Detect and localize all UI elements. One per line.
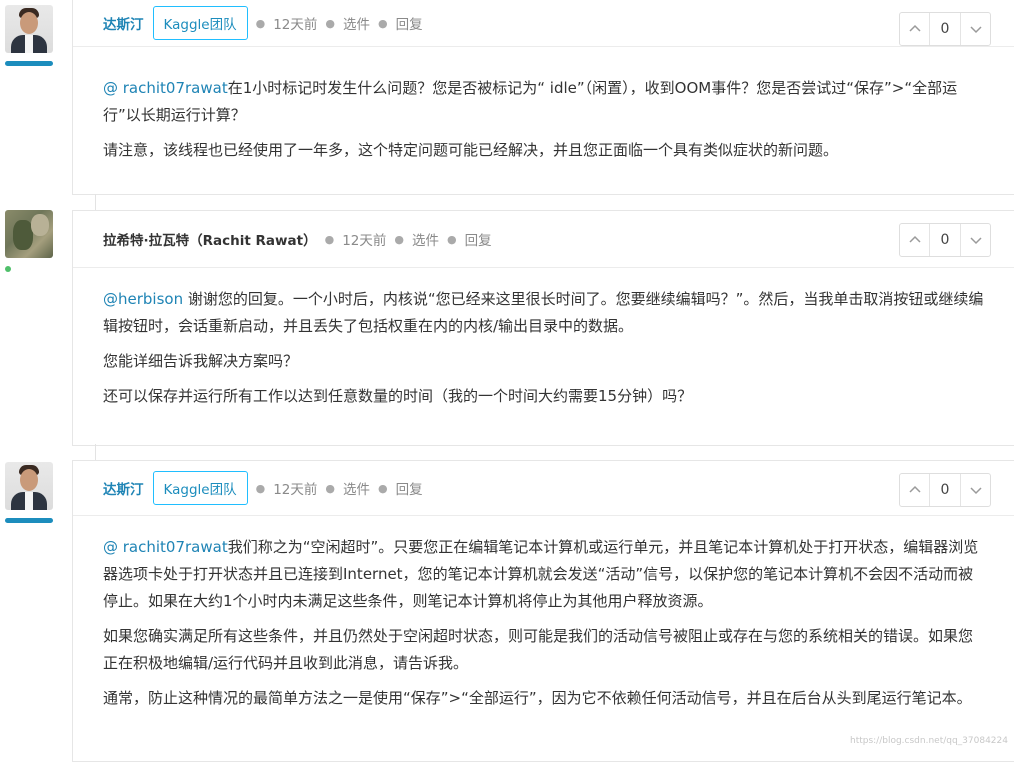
separator-dot: ●	[378, 481, 388, 495]
separator-dot: ●	[325, 481, 335, 495]
options-link[interactable]: 选件	[412, 229, 439, 249]
vote-count: 0	[929, 13, 961, 45]
comment-paragraph: @ rachit07rawat在1小时标记时发生什么问题？您是否被标记为“ id…	[103, 75, 985, 129]
comment-header: 达斯汀 Kaggle团队 ● 12天前 ● 选件 ● 回复 0	[73, 0, 1014, 47]
chevron-up-icon	[908, 485, 921, 493]
comment-paragraph: @herbison 谢谢您的回复。一个小时后，内核说“您已经来这里很长时间了。您…	[103, 286, 985, 340]
comment-paragraph: 您能详细告诉我解决方案吗？	[103, 352, 299, 370]
comment-paragraph: @ rachit07rawat我们称之为“空闲超时”。只要您正在编辑笔记本计算机…	[103, 534, 985, 615]
timestamp: 12天前	[273, 17, 318, 33]
comment-body: @ rachit07rawat在1小时标记时发生什么问题？您是否被标记为“ id…	[73, 47, 1014, 164]
vote-control: 0	[899, 223, 991, 257]
tier-bar	[5, 518, 53, 523]
downvote-button[interactable]	[961, 474, 990, 506]
upvote-button[interactable]	[900, 13, 929, 45]
separator-dot: ●	[325, 16, 335, 30]
team-badge: Kaggle团队	[152, 6, 248, 40]
author-name[interactable]: 拉希特·拉瓦特（Rachit Rawat）	[103, 229, 317, 249]
avatar[interactable]	[5, 210, 53, 258]
avatar-column	[5, 5, 53, 66]
comment-paragraph: 还可以保存并运行所有工作以达到任意数量的时间（我的一个时间大约需要15分钟）吗？	[103, 387, 693, 405]
reply-link[interactable]: 回复	[465, 229, 492, 249]
avatar[interactable]	[5, 462, 53, 510]
paragraph-text: 谢谢您的回复。一个小时后，内核说“您已经来这里很长时间了。您要继续编辑吗？”。然…	[103, 290, 984, 335]
comment-paragraph: 如果您确实满足所有这些条件，并且仍然处于空闲超时状态，则可能是我们的活动信号被阻…	[103, 627, 974, 672]
tier-bar	[5, 61, 53, 66]
chevron-down-icon	[969, 487, 982, 495]
separator-dot: ●	[255, 481, 266, 495]
avatar-column	[5, 462, 53, 523]
comment-header: 达斯汀 Kaggle团队 ● 12天前 ● 选件 ● 回复 0	[73, 461, 1014, 516]
chevron-up-icon	[908, 24, 921, 32]
paragraph-text: 我们称之为“空闲超时”。只要您正在编辑笔记本计算机或运行单元，并且笔记本计算机处…	[103, 538, 979, 610]
options-link[interactable]: 选件	[343, 478, 370, 498]
chevron-up-icon	[908, 235, 921, 243]
thread-connector	[95, 194, 96, 210]
separator-dot: ●	[378, 16, 388, 30]
comment-card: 拉希特·拉瓦特（Rachit Rawat） ● 12天前 ● 选件 ● 回复 0…	[72, 210, 1014, 446]
author-name[interactable]: 达斯汀	[103, 13, 144, 33]
vote-count: 0	[929, 474, 961, 506]
reply-link[interactable]: 回复	[396, 13, 423, 33]
reply-link[interactable]: 回复	[396, 478, 423, 498]
watermark: https://blog.csdn.net/qq_37084224	[849, 736, 1008, 746]
comment-card: 达斯汀 Kaggle团队 ● 12天前 ● 选件 ● 回复 0 @ rachit…	[72, 0, 1014, 195]
chevron-down-icon	[969, 26, 982, 34]
timestamp: 12天前	[342, 233, 387, 249]
downvote-button[interactable]	[961, 13, 990, 45]
comment-paragraph: 通常，防止这种情况的最简单方法之一是使用“保存”>“全部运行”，因为它不依赖任何…	[103, 689, 972, 707]
avatar-column	[5, 210, 53, 272]
online-status-dot	[5, 266, 11, 272]
team-badge: Kaggle团队	[152, 471, 248, 505]
comment-body: @herbison 谢谢您的回复。一个小时后，内核说“您已经来这里很长时间了。您…	[73, 268, 1014, 410]
thread-connector	[95, 444, 96, 460]
vote-control: 0	[899, 12, 991, 46]
separator-dot: ●	[446, 232, 457, 246]
comment-card: 达斯汀 Kaggle团队 ● 12天前 ● 选件 ● 回复 0 @ rachit…	[72, 460, 1014, 762]
comment-header: 拉希特·拉瓦特（Rachit Rawat） ● 12天前 ● 选件 ● 回复 0	[73, 211, 1014, 268]
upvote-button[interactable]	[900, 474, 929, 506]
separator-dot: ●	[324, 232, 335, 246]
separator-dot: ●	[255, 16, 266, 30]
options-link[interactable]: 选件	[343, 13, 370, 33]
chevron-down-icon	[969, 237, 982, 245]
timestamp: 12天前	[273, 482, 318, 498]
downvote-button[interactable]	[961, 224, 990, 256]
user-mention[interactable]: @herbison	[103, 290, 183, 308]
author-name[interactable]: 达斯汀	[103, 478, 144, 498]
upvote-button[interactable]	[900, 224, 929, 256]
comment-paragraph: 请注意，该线程也已经使用了一年多，这个特定问题可能已经解决，并且您正面临一个具有…	[103, 141, 839, 159]
paragraph-text: 在1小时标记时发生什么问题？您是否被标记为“ idle”（闲置），收到OOM事件…	[103, 79, 958, 124]
user-mention[interactable]: @ rachit07rawat	[103, 538, 228, 556]
comment-body: @ rachit07rawat我们称之为“空闲超时”。只要您正在编辑笔记本计算机…	[73, 516, 1014, 712]
user-mention[interactable]: @ rachit07rawat	[103, 79, 228, 97]
avatar[interactable]	[5, 5, 53, 53]
vote-count: 0	[929, 224, 961, 256]
vote-control: 0	[899, 473, 991, 507]
separator-dot: ●	[394, 232, 404, 246]
